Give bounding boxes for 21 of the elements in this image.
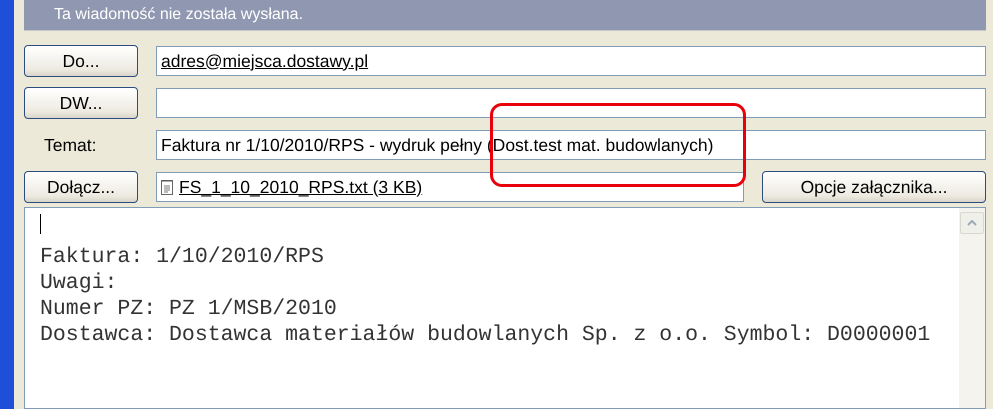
recipient-button[interactable]: Do... <box>24 45 138 77</box>
subject-label: Temat: <box>43 134 98 156</box>
info-message: Ta wiadomość nie została wysłana. <box>54 6 304 24</box>
recipient-button[interactable]: DW... <box>24 87 138 119</box>
text-cursor <box>40 214 41 234</box>
body-line: Dostawca: Dostawca materiałów budowlanych Sp. z o.o. Symbol: D0000001 <box>40 322 932 348</box>
attach-button[interactable]: Dołącz... <box>24 171 138 203</box>
chevron-up-icon <box>967 220 977 226</box>
scroll-up-button[interactable] <box>960 212 984 234</box>
recipient-field[interactable] <box>156 88 986 118</box>
body-line: Numer PZ: PZ 1/MSB/2010 <box>40 296 338 322</box>
scrollbar[interactable] <box>959 208 985 408</box>
attachment-options-button[interactable]: Opcje załącznika... <box>762 171 986 203</box>
attachment-link[interactable]: FS_1_10_2010_RPS.txt (3 KB) <box>179 176 422 198</box>
body-line: Uwagi: <box>40 270 118 296</box>
body-line: Faktura: 1/10/2010/RPS <box>40 244 325 270</box>
email-address[interactable]: adres@miejsca.dostawy.pl <box>161 50 368 72</box>
recipient-field[interactable]: adres@miejsca.dostawy.pl <box>156 46 986 76</box>
attachment-field[interactable]: FS_1_10_2010_RPS.txt (3 KB) <box>156 172 744 202</box>
notepad-icon <box>161 179 173 195</box>
message-body[interactable]: Faktura: 1/10/2010/RPS Uwagi: Numer PZ: PZ 1/MSB/2010 Dostawca: Dostawca materiałów budowlanych Sp. z o.o. Symbol: D0000001 <box>24 207 986 409</box>
